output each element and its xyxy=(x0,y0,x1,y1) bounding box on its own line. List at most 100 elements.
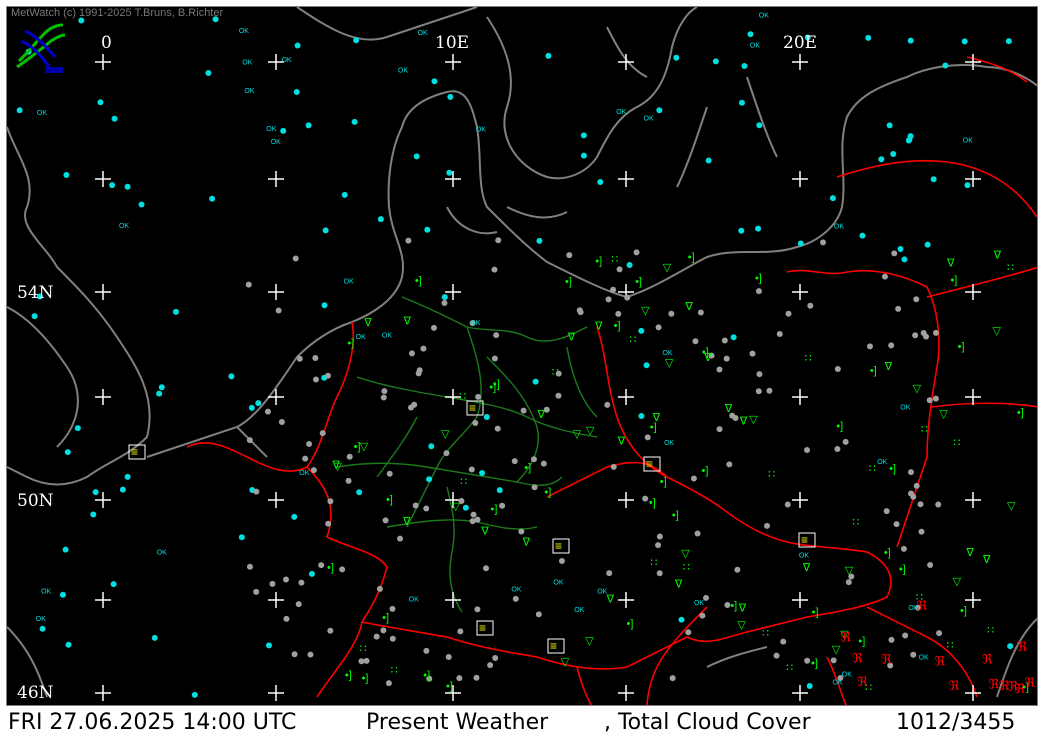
station-cloudy xyxy=(902,632,909,639)
weather-symbol-thunderstorm: ℜ xyxy=(857,674,868,689)
station-ok-label: OK xyxy=(963,137,973,144)
weather-symbol-fog-glyph: ≡ xyxy=(469,401,476,415)
station-clear xyxy=(64,449,71,456)
copyright-credit: MetWatch (c) 1991-2025 T.Bruns, B.Richte… xyxy=(11,7,224,19)
weather-symbol-rain: ∷ xyxy=(629,334,636,346)
station-cloudy xyxy=(457,628,464,635)
weather-symbol-rain: •] xyxy=(565,276,572,288)
station-cloudy xyxy=(405,237,412,244)
status-bar: FRI 27.06.2025 14:00 UTC Present Weather… xyxy=(0,708,1044,740)
station-cloudy xyxy=(302,455,309,462)
station-cloudy xyxy=(830,657,837,664)
station-cloudy xyxy=(604,401,611,408)
weather-symbol-rain: ▽ xyxy=(586,425,595,437)
station-clear xyxy=(59,591,66,598)
station-cloudy xyxy=(468,466,475,473)
station-cloudy xyxy=(784,501,791,508)
lat-label-46n: 46N xyxy=(17,683,54,703)
weather-symbol-rain: •] xyxy=(858,635,865,647)
weather-symbol-thunderstorm: ℜ xyxy=(1016,639,1027,654)
station-clear xyxy=(755,225,762,232)
station-cloudy xyxy=(910,651,917,658)
station-cloudy xyxy=(656,570,663,577)
station-clear xyxy=(265,642,272,649)
map-canvas[interactable]: ∇•]∇▽▽▽▽•]∇∇▽∇•]▽•]∇•]∷∷∷∷∷▽•]▽•]•]▽•]∷▽… xyxy=(7,7,1038,706)
station-cloudy xyxy=(807,302,814,309)
station-clear xyxy=(248,404,255,411)
station-cloudy xyxy=(310,467,317,474)
weather-symbol-rain: •] xyxy=(544,487,551,499)
station-cloudy xyxy=(756,371,763,378)
station-clear xyxy=(961,38,968,45)
weather-symbol-rain: •] xyxy=(423,669,430,681)
station-cloudy xyxy=(298,579,305,586)
station-cloudy xyxy=(694,530,701,537)
weather-symbol-rain: ▽ xyxy=(939,408,948,420)
weather-symbol-rain: ∇ xyxy=(567,331,576,343)
station-cloudy xyxy=(785,310,792,317)
station-cloudy xyxy=(345,477,352,484)
station-clear xyxy=(280,127,287,134)
station-cloudy xyxy=(291,651,298,658)
station-ok-label: OK xyxy=(281,57,291,64)
station-cloudy xyxy=(834,445,841,452)
station-cloudy xyxy=(834,366,841,373)
station-markers[interactable]: ∇•]∇▽▽▽▽•]∇∇▽∇•]▽•]∇•]∷∷∷∷∷▽•]▽•]•]▽•]∷▽… xyxy=(16,13,1036,698)
station-ok-label: OK xyxy=(41,588,51,595)
station-cloudy xyxy=(926,397,933,404)
station-ok-label: OK xyxy=(37,110,47,117)
station-clear xyxy=(65,641,72,648)
metwatch-logo xyxy=(16,23,65,73)
weather-symbol-rain: ∇ xyxy=(674,579,683,591)
station-clear xyxy=(109,182,116,189)
weather-symbol-rain: ∇ xyxy=(594,320,603,332)
station-cloudy xyxy=(531,484,538,491)
station-cloudy xyxy=(530,456,537,463)
weather-symbol-rain: ∷ xyxy=(768,468,775,480)
station-clear xyxy=(341,191,348,198)
station-clear xyxy=(806,683,813,690)
weather-symbol-fog-glyph: ≡ xyxy=(131,445,138,459)
weather-symbol-rain: ▽ xyxy=(665,357,674,369)
station-cloudy xyxy=(766,387,773,394)
station-ok-label: OK xyxy=(919,655,929,662)
graticule xyxy=(95,54,981,701)
station-ok-label: OK xyxy=(574,607,584,614)
weather-symbol-thunderstorm: ℜ xyxy=(881,651,892,666)
station-clear xyxy=(447,93,454,100)
station-clear xyxy=(111,115,118,122)
station-cloudy xyxy=(776,330,783,337)
weather-symbol-rain: ▽ xyxy=(663,262,672,274)
weather-symbol-rain: •] xyxy=(958,341,965,353)
overlay-name: , Total Cloud Cover xyxy=(604,710,811,735)
station-cloudy xyxy=(749,350,756,357)
weather-symbol-rain: •] xyxy=(1017,407,1024,419)
weather-symbol-rain: ▽ xyxy=(561,657,570,669)
station-clear xyxy=(483,413,490,420)
station-clear xyxy=(119,486,126,493)
station-cloudy xyxy=(275,307,282,314)
station-clear xyxy=(293,89,300,96)
station-clear xyxy=(741,62,748,69)
lon-label-0: 0 xyxy=(101,33,112,53)
station-clear xyxy=(597,179,604,186)
weather-map[interactable]: ∇ •] ∇ ▽ ▽ ▽ ▽ •] ∇ ∇ ▽ ∇ •] ▽ •] ∇ •] ∷ ∷ ∷ ∷ ∷ ▽ •] ▽ •] •] ▽ •] ∷ ▽… xyxy=(6,6,1038,706)
station-cloudy xyxy=(558,558,565,565)
station-cloudy xyxy=(610,286,617,293)
station-ok-label: OK xyxy=(271,139,281,146)
weather-symbol-rain: ∷ xyxy=(552,367,559,379)
station-cloudy xyxy=(804,447,811,454)
station-cloudy xyxy=(642,495,649,502)
weather-symbol-rain: ▽ xyxy=(641,305,650,317)
station-ok-label: OK xyxy=(382,333,392,340)
weather-symbol-thunderstorm: ℜ xyxy=(840,630,851,645)
station-cloudy xyxy=(633,249,640,256)
station-clear xyxy=(321,302,328,309)
weather-symbol-rain: ∷ xyxy=(869,463,876,475)
station-cloudy xyxy=(820,239,827,246)
weather-symbol-rain: •] xyxy=(688,251,695,263)
station-clear xyxy=(97,99,104,106)
weather-symbol-rain: •] xyxy=(354,441,361,453)
weather-symbol-rain: ▽ xyxy=(737,619,746,631)
weather-symbol-rain: ▽ xyxy=(953,576,962,588)
